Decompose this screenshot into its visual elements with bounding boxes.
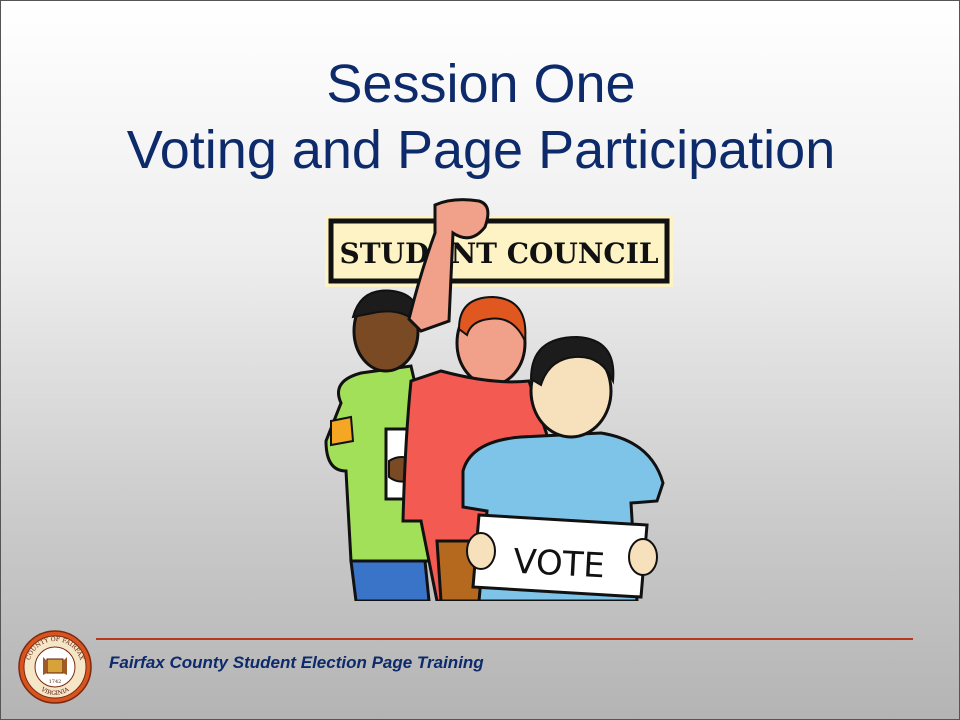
footer-divider <box>96 638 913 640</box>
fairfax-county-seal-logo: COUNTY OF FAIRFAX VIRGINIA 1742 <box>18 630 92 704</box>
title-line-1: Session One <box>326 54 636 114</box>
student-council-banner: STUDENT COUNCIL <box>325 215 673 287</box>
title-line-2: Voting and Page Participation <box>126 120 836 180</box>
student-council-illustration: STUDENT COUNCIL VOTE <box>324 198 673 601</box>
banner-text: STUDENT COUNCIL <box>339 237 658 270</box>
slide-title: Session One Voting and Page Participatio… <box>1 51 959 183</box>
seal-year: 1742 <box>49 679 62 685</box>
vote-sign-text: VOTE <box>512 542 606 587</box>
footer-text: Fairfax County Student Election Page Tra… <box>109 653 484 672</box>
slide: Session One Voting and Page Participatio… <box>0 0 960 720</box>
